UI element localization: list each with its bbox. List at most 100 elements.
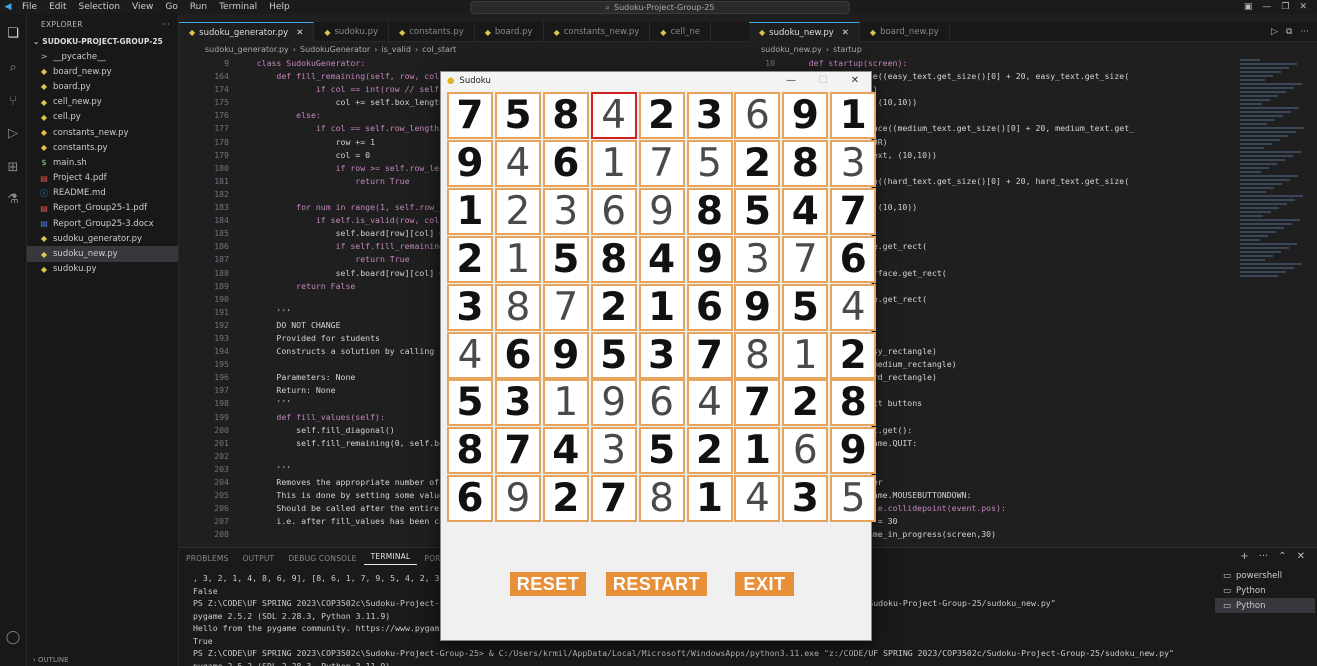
breadcrumb-item[interactable]: sudoku_new.py	[761, 45, 822, 54]
sudoku-cell[interactable]: 4	[542, 427, 589, 475]
more-actions-icon[interactable]: ···	[162, 20, 170, 29]
sudoku-cell[interactable]: 6	[542, 139, 589, 187]
sudoku-cell[interactable]: 7	[782, 235, 829, 283]
sudoku-cell[interactable]: 3	[830, 139, 877, 187]
sudoku-cell[interactable]: 7	[447, 92, 493, 139]
sudoku-cell[interactable]: 8	[638, 475, 685, 523]
sudoku-cell[interactable]: 6	[686, 283, 733, 331]
file-item[interactable]: ◆ constants_new.py	[27, 125, 178, 140]
panel-tab-output[interactable]: OUTPUT	[236, 554, 282, 563]
tab-sudoku-generator-py[interactable]: ◆ sudoku_generator.py ✕	[179, 22, 315, 42]
sudoku-cell[interactable]: 2	[830, 331, 877, 379]
menu-item-go[interactable]: Go	[165, 2, 177, 12]
close-tab-icon[interactable]: ✕	[296, 28, 303, 38]
sudoku-cell[interactable]: 5	[686, 139, 733, 187]
terminal-instance[interactable]: ▭ Python	[1215, 583, 1315, 598]
sudoku-cell[interactable]: 2	[590, 283, 637, 331]
sudoku-cell[interactable]: 8	[734, 331, 781, 379]
close-icon[interactable]: ✕	[839, 72, 871, 90]
menu-item-file[interactable]: File	[22, 2, 37, 12]
file-item[interactable]: ◆ sudoku_generator.py	[27, 231, 178, 246]
sudoku-cell[interactable]: 8	[686, 187, 733, 235]
sudoku-cell[interactable]: 1	[590, 139, 637, 187]
restart-button[interactable]: RESTART	[606, 572, 707, 596]
command-center-search[interactable]: ⌕ Sudoku-Project-Group-25	[470, 1, 850, 14]
sudoku-cell[interactable]: 9	[447, 139, 493, 187]
menu-item-selection[interactable]: Selection	[79, 2, 120, 12]
run-icon[interactable]: ▷	[1271, 27, 1278, 37]
sudoku-cell[interactable]: 5	[447, 379, 493, 427]
exit-button[interactable]: EXIT	[735, 572, 794, 596]
sudoku-cell[interactable]: 2	[494, 187, 541, 235]
sudoku-cell[interactable]: 4	[734, 475, 781, 523]
file-item[interactable]: ⓘ README.md	[27, 186, 178, 201]
sudoku-cell[interactable]: 2	[734, 139, 781, 187]
sudoku-cell[interactable]: 5	[734, 187, 781, 235]
close-tab-icon[interactable]: ✕	[842, 28, 849, 38]
tab-sudoku-py[interactable]: ◆ sudoku.py	[314, 22, 390, 42]
file-item[interactable]: ▤ Report_Group25-3.docx	[27, 216, 178, 231]
sudoku-cell[interactable]: 8	[494, 283, 541, 331]
sudoku-cell[interactable]: 7	[734, 379, 781, 427]
breadcrumb-item[interactable]: sudoku_generator.py	[205, 45, 289, 54]
sudoku-cell[interactable]: 2	[686, 427, 733, 475]
sudoku-cell[interactable]: 1	[782, 331, 829, 379]
testing-icon[interactable]: ⚗	[5, 192, 21, 208]
sudoku-cell[interactable]: 6	[447, 475, 493, 523]
sudoku-cell[interactable]: 7	[590, 475, 637, 523]
project-folder[interactable]: ⌄ SUDOKU-PROJECT-GROUP-25	[27, 34, 178, 49]
sudoku-cell[interactable]: 3	[734, 235, 781, 283]
file-item[interactable]: ◆ cell_new.py	[27, 95, 178, 110]
sudoku-cell[interactable]: 9	[542, 331, 589, 379]
more-icon[interactable]: ···	[1300, 27, 1309, 37]
sudoku-cell[interactable]: 8	[830, 379, 877, 427]
file-item[interactable]: ◆ sudoku_new.py	[27, 246, 178, 262]
sudoku-cell[interactable]: 4	[638, 235, 685, 283]
file-item[interactable]: ▤ Project 4.pdf	[27, 171, 178, 186]
tab-board-py[interactable]: ◆ board.py	[475, 22, 544, 42]
file-item[interactable]: ◆ constants.py	[27, 140, 178, 155]
sudoku-cell[interactable]: 1	[542, 379, 589, 427]
file-item[interactable]: ◆ cell.py	[27, 110, 178, 125]
search-icon[interactable]: ⌕	[5, 60, 21, 76]
file-item[interactable]: ◆ board.py	[27, 79, 178, 94]
sudoku-cell[interactable]: 9	[830, 427, 877, 475]
sudoku-cell[interactable]: 3	[542, 187, 589, 235]
minimize-icon[interactable]: —	[775, 72, 807, 90]
sudoku-cell[interactable]: 7	[830, 187, 877, 235]
sudoku-cell[interactable]: 4	[447, 331, 493, 379]
sudoku-cell[interactable]: 2	[638, 92, 685, 139]
sudoku-cell[interactable]: 1	[830, 92, 877, 139]
sudoku-cell[interactable]: 6	[590, 187, 637, 235]
panel-tab-terminal[interactable]: TERMINAL	[363, 552, 418, 565]
menu-item-edit[interactable]: Edit	[49, 2, 66, 12]
sudoku-cell[interactable]: 5	[494, 92, 541, 139]
account-icon[interactable]: ◯	[5, 630, 21, 646]
menu-item-terminal[interactable]: Terminal	[219, 2, 257, 12]
sudoku-cell[interactable]: 5	[542, 235, 589, 283]
sudoku-cell[interactable]: 2	[542, 475, 589, 523]
sudoku-cell[interactable]: 9	[782, 92, 829, 139]
sudoku-cell[interactable]: 6	[830, 235, 877, 283]
minimap[interactable]	[1240, 57, 1310, 317]
close-panel-icon[interactable]: ✕	[1297, 551, 1305, 562]
sudoku-cell[interactable]: 4	[590, 92, 637, 139]
sudoku-cell[interactable]: 3	[590, 427, 637, 475]
sudoku-cell[interactable]: 6	[782, 427, 829, 475]
sudoku-cell[interactable]: 5	[590, 331, 637, 379]
sudoku-cell[interactable]: 5	[830, 475, 877, 523]
run-debug-icon[interactable]: ▷	[5, 126, 21, 142]
source-control-icon[interactable]: ⑂	[5, 94, 21, 110]
sudoku-cell[interactable]: 2	[447, 235, 493, 283]
sudoku-cell[interactable]: 4	[686, 379, 733, 427]
layout-icon[interactable]: ▣	[1244, 2, 1253, 12]
file-item[interactable]: ◆ board_new.py	[27, 64, 178, 79]
sudoku-cell[interactable]: 7	[494, 427, 541, 475]
breadcrumb-item[interactable]: SudokuGenerator	[300, 45, 370, 54]
breadcrumb-item[interactable]: col_start	[422, 45, 456, 54]
sudoku-cell[interactable]: 4	[782, 187, 829, 235]
sudoku-cell[interactable]: 5	[782, 283, 829, 331]
sudoku-cell[interactable]: 3	[782, 475, 829, 523]
sudoku-cell[interactable]: 6	[734, 92, 781, 139]
sudoku-cell[interactable]: 3	[494, 379, 541, 427]
